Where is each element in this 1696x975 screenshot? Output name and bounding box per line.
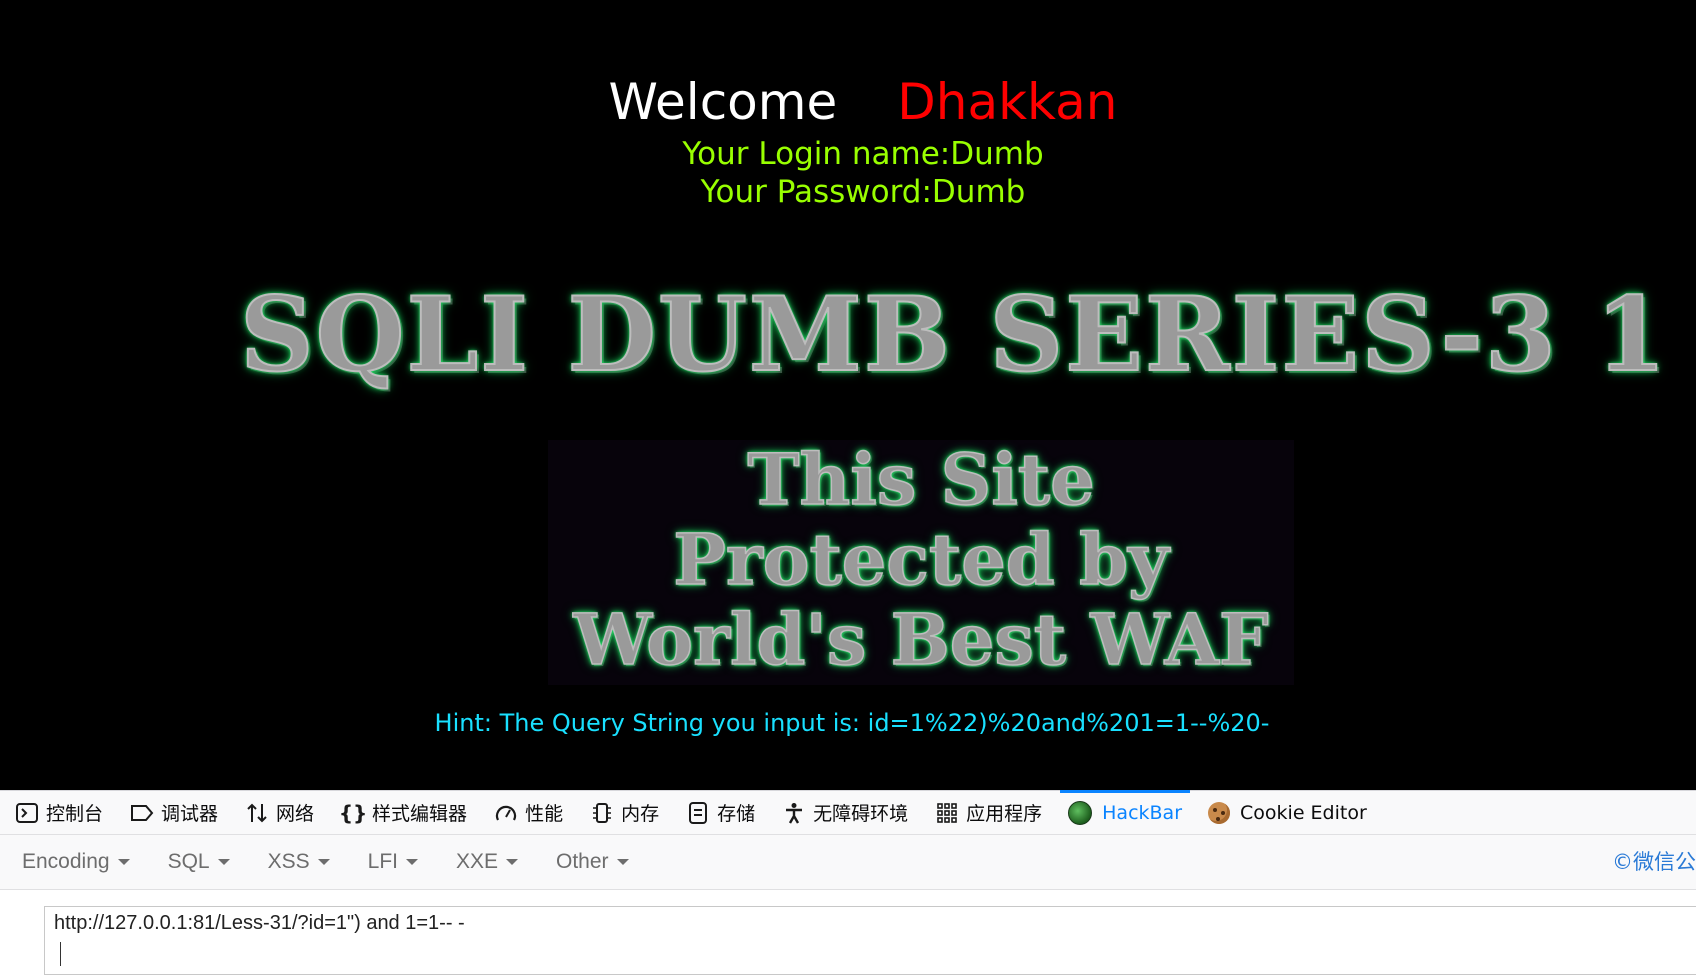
chevron-down-icon <box>117 859 130 865</box>
tab-hackbar-label: HackBar <box>1102 801 1183 824</box>
watermark-text: ©微信公 <box>1612 850 1696 874</box>
url-value: http://127.0.0.1:81/Less-31/?id=1") and … <box>54 912 465 934</box>
storage-icon <box>685 800 711 826</box>
tab-performance[interactable]: 性能 <box>491 791 573 835</box>
series-banner-text: SQLI DUMB SERIES-3 1 <box>239 274 1669 396</box>
network-icon <box>244 800 270 826</box>
xss-menu-label: XSS <box>267 850 310 873</box>
other-menu[interactable]: Other <box>544 850 641 874</box>
cookie-icon <box>1208 801 1231 824</box>
chevron-down-icon <box>506 859 519 865</box>
tab-memory[interactable]: 内存 <box>587 791 669 835</box>
tab-network-label: 网络 <box>276 803 315 825</box>
waf-line-1: This Site <box>747 438 1096 521</box>
sql-menu-label: SQL <box>167 850 210 873</box>
application-icon <box>934 800 960 826</box>
text-cursor <box>60 942 61 966</box>
style-editor-icon: {} <box>338 800 368 825</box>
tab-accessibility[interactable]: 无障碍环境 <box>779 791 918 835</box>
sql-menu[interactable]: SQL <box>156 850 242 874</box>
waf-line-2: Protected by <box>672 518 1169 601</box>
tab-memory-label: 内存 <box>621 803 660 825</box>
lfi-menu-label: LFI <box>367 850 398 873</box>
accessibility-icon <box>781 800 807 826</box>
encoding-menu[interactable]: Encoding <box>10 850 142 874</box>
welcome-text: Welcome <box>608 73 838 131</box>
tab-debugger-label: 调试器 <box>161 803 219 825</box>
memory-icon <box>589 800 615 826</box>
other-menu-label: Other <box>556 850 609 873</box>
devtools-toolbar: 控制台 调试器 网络 {} 样式编辑器 性能 内存 存储 无障碍环境 应用程序 … <box>0 789 1696 835</box>
tab-application[interactable]: 应用程序 <box>932 791 1052 835</box>
tab-style-editor[interactable]: {} 样式编辑器 <box>338 791 477 835</box>
tab-accessibility-label: 无障碍环境 <box>813 803 909 825</box>
chevron-down-icon <box>616 859 629 865</box>
tab-console-label: 控制台 <box>46 803 104 825</box>
tab-style-editor-label: 样式编辑器 <box>372 803 468 825</box>
query-hint: Hint: The Query String you input is: id=… <box>434 709 1270 737</box>
waf-banner-image: This Site Protected by World's Best WAF <box>548 438 1294 685</box>
tab-debugger[interactable]: 调试器 <box>127 791 228 835</box>
chevron-down-icon <box>405 859 418 865</box>
xxe-menu-label: XXE <box>455 850 499 873</box>
debugger-icon <box>129 800 155 826</box>
chevron-down-icon <box>317 859 330 865</box>
tab-network[interactable]: 网络 <box>242 791 324 835</box>
password-text: Your Password:Dumb <box>700 174 1026 210</box>
series-banner-image: SQLI DUMB SERIES-3 1 <box>239 274 1669 396</box>
sqli-page: Welcome Dhakkan Your Login name:Dumb Your… <box>0 0 1696 790</box>
hackbar-menu: Encoding SQL XSS LFI XXE Other ©微信公 <box>0 835 1696 890</box>
username-text: Dhakkan <box>897 73 1118 131</box>
hackbar-icon <box>1068 800 1093 825</box>
login-name-text: Your Login name:Dumb <box>682 136 1044 172</box>
tab-console[interactable]: 控制台 <box>12 791 113 835</box>
tab-hackbar[interactable]: HackBar <box>1060 789 1192 835</box>
encoding-menu-label: Encoding <box>22 850 110 873</box>
waf-line-3: World's Best WAF <box>573 598 1270 681</box>
performance-icon <box>493 800 519 826</box>
tab-cookie-editor-label: Cookie Editor <box>1240 801 1367 824</box>
tab-cookie-editor[interactable]: Cookie Editor <box>1206 791 1377 835</box>
lfi-menu[interactable]: LFI <box>356 850 430 874</box>
xxe-menu[interactable]: XXE <box>444 850 530 874</box>
tab-application-label: 应用程序 <box>966 803 1043 825</box>
chevron-down-icon <box>217 859 230 865</box>
console-icon <box>14 800 40 826</box>
xss-menu[interactable]: XSS <box>256 850 342 874</box>
tab-storage-label: 存储 <box>717 803 756 825</box>
tab-performance-label: 性能 <box>525 803 564 825</box>
tab-storage[interactable]: 存储 <box>683 791 765 835</box>
welcome-heading: Welcome Dhakkan <box>0 70 1696 134</box>
url-panel: http://127.0.0.1:81/Less-31/?id=1") and … <box>0 890 1696 975</box>
